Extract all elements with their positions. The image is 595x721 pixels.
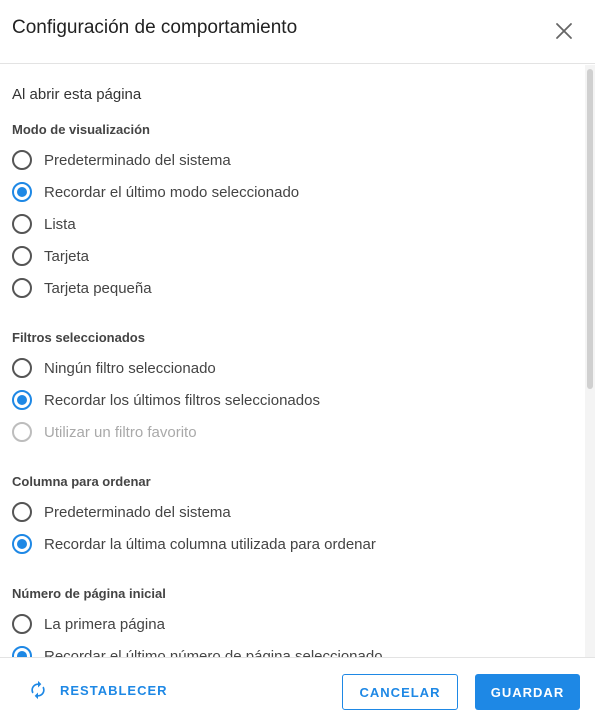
- dialog-footer: RESTABLECER CANCELAR GUARDAR: [0, 657, 595, 721]
- radio-option-page-first[interactable]: La primera página: [12, 612, 165, 636]
- radio-label: Recordar la última columna utilizada par…: [44, 535, 376, 553]
- radio-unchecked[interactable]: [12, 614, 32, 634]
- radio-label: Lista: [44, 215, 76, 233]
- radio-option-display-mode-list[interactable]: Lista: [12, 212, 76, 236]
- radio-checked[interactable]: [12, 182, 32, 202]
- cancel-button[interactable]: CANCELAR: [342, 674, 458, 710]
- radio-disabled: [12, 422, 32, 442]
- radio-checked[interactable]: [12, 534, 32, 554]
- radio-label: Ningún filtro seleccionado: [44, 359, 216, 377]
- dialog-title: Configuración de comportamiento: [12, 17, 298, 38]
- radio-checked[interactable]: [12, 646, 32, 657]
- radio-label: Recordar el último número de página sele…: [44, 647, 383, 658]
- scrollbar-thumb[interactable]: [587, 69, 593, 389]
- radio-label: Recordar los últimos filtros seleccionad…: [44, 391, 320, 409]
- radio-label: Recordar el último modo seleccionado: [44, 183, 300, 201]
- radio-option-filters-none[interactable]: Ningún filtro seleccionado: [12, 356, 216, 380]
- dialog-body: Al abrir esta página Modo de visualizaci…: [0, 65, 595, 657]
- radio-label: Utilizar un filtro favorito: [44, 423, 197, 441]
- save-button[interactable]: GUARDAR: [475, 674, 580, 710]
- radio-option-sort-remember-last[interactable]: Recordar la última columna utilizada par…: [12, 532, 376, 556]
- radio-unchecked[interactable]: [12, 358, 32, 378]
- vertical-scrollbar[interactable]: [585, 65, 595, 657]
- radio-label: La primera página: [44, 615, 165, 633]
- radio-label: Tarjeta: [44, 247, 90, 265]
- behavior-settings-dialog: Configuración de comportamiento Al abrir…: [0, 0, 595, 721]
- group-title-display-mode: Modo de visualización: [12, 122, 150, 137]
- radio-label: Predeterminado del sistema: [44, 503, 231, 521]
- radio-option-display-mode-card[interactable]: Tarjeta: [12, 244, 89, 268]
- group-title-sort-column: Columna para ordenar: [12, 474, 151, 489]
- radio-checked[interactable]: [12, 390, 32, 410]
- radio-unchecked[interactable]: [12, 150, 32, 170]
- section-title: Al abrir esta página: [12, 86, 142, 103]
- dialog-header: Configuración de comportamiento: [0, 0, 595, 64]
- radio-unchecked[interactable]: [12, 214, 32, 234]
- radio-option-display-mode-remember-last[interactable]: Recordar el último modo seleccionado: [12, 180, 299, 204]
- radio-label: Tarjeta pequeña: [44, 279, 152, 297]
- close-button[interactable]: [553, 20, 575, 42]
- refresh-icon: [31, 680, 45, 700]
- radio-unchecked[interactable]: [12, 278, 32, 298]
- radio-unchecked[interactable]: [12, 502, 32, 522]
- radio-option-sort-system-default[interactable]: Predeterminado del sistema: [12, 500, 231, 524]
- group-title-selected-filters: Filtros seleccionados: [12, 330, 145, 345]
- radio-option-filters-remember-last[interactable]: Recordar los últimos filtros seleccionad…: [12, 388, 320, 412]
- close-icon: [556, 23, 572, 39]
- radio-option-display-mode-system-default[interactable]: Predeterminado del sistema: [12, 148, 231, 172]
- radio-option-filters-favorite: Utilizar un filtro favorito: [12, 420, 197, 444]
- radio-label: Predeterminado del sistema: [44, 151, 231, 169]
- radio-option-page-remember-last[interactable]: Recordar el último número de página sele…: [12, 644, 383, 657]
- radio-unchecked[interactable]: [12, 246, 32, 266]
- reset-label: RESTABLECER: [60, 682, 168, 698]
- group-title-initial-page: Número de página inicial: [12, 586, 166, 601]
- radio-option-display-mode-small-card[interactable]: Tarjeta pequeña: [12, 276, 152, 300]
- reset-button[interactable]: RESTABLECER: [28, 680, 168, 700]
